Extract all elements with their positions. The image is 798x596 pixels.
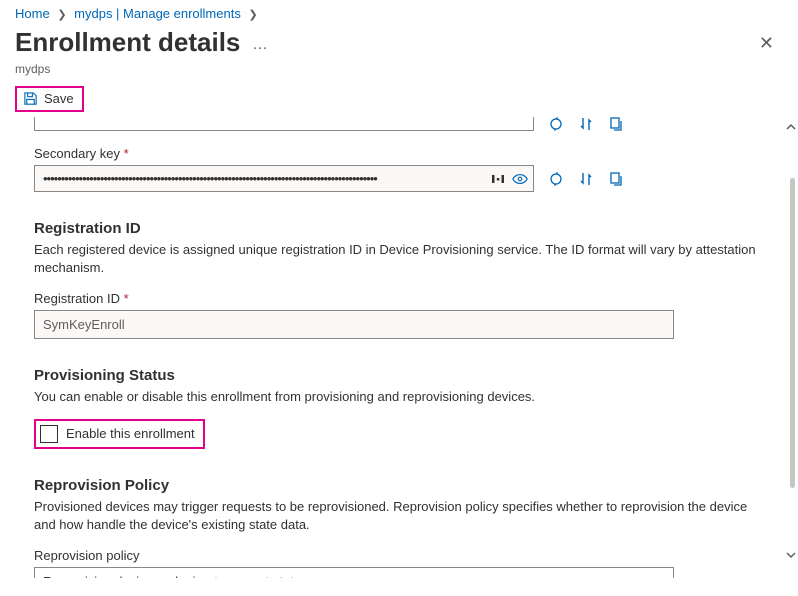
enable-enrollment-checkbox[interactable] [40, 425, 58, 443]
more-icon[interactable]: … [252, 36, 268, 53]
save-button[interactable]: Save [15, 86, 84, 112]
breadcrumb-home[interactable]: Home [15, 6, 50, 21]
key-icon[interactable] [490, 171, 506, 187]
reprovision-policy-select[interactable]: Reprovision device and migrate current s… [34, 567, 674, 578]
chevron-down-icon [653, 575, 665, 578]
regenerate-icon[interactable] [548, 116, 564, 132]
swap-icon[interactable] [578, 116, 594, 132]
reprovision-policy-label: Reprovision policy [34, 548, 764, 563]
toolbar: Save [0, 82, 798, 116]
page-title: Enrollment details [15, 27, 240, 58]
registration-id-label: Registration ID * [34, 291, 764, 306]
copy-icon[interactable] [608, 116, 624, 132]
scrollbar[interactable] [786, 126, 798, 558]
enable-enrollment-row[interactable]: Enable this enrollment [34, 419, 205, 449]
scroll-down-icon[interactable] [786, 550, 796, 560]
page-subtitle: mydps [0, 60, 798, 82]
enable-enrollment-label: Enable this enrollment [66, 426, 195, 441]
reprovision-title: Reprovision Policy [34, 477, 764, 494]
provisioning-desc: You can enable or disable this enrollmen… [34, 388, 764, 406]
reprovision-policy-value: Reprovision device and migrate current s… [43, 574, 301, 578]
copy-icon[interactable] [608, 171, 624, 187]
swap-icon[interactable] [578, 171, 594, 187]
breadcrumb: Home ❯ mydps | Manage enrollments ❯ [0, 0, 798, 25]
registration-id-input: SymKeyEnroll [34, 310, 674, 339]
save-icon [23, 91, 38, 106]
secondary-key-input[interactable] [34, 165, 534, 192]
breadcrumb-path[interactable]: mydps | Manage enrollments [74, 6, 241, 21]
close-icon[interactable]: ✕ [753, 27, 780, 60]
registration-desc: Each registered device is assigned uniqu… [34, 241, 764, 277]
reprovision-desc: Provisioned devices may trigger requests… [34, 498, 764, 534]
secondary-key-label: Secondary key * [34, 146, 764, 161]
eye-icon[interactable] [512, 171, 528, 187]
scrollbar-thumb[interactable] [790, 178, 795, 488]
save-button-label: Save [44, 91, 74, 106]
chevron-right-icon: ❯ [57, 9, 66, 21]
chevron-right-icon: ❯ [248, 9, 257, 21]
registration-title: Registration ID [34, 220, 764, 237]
scroll-up-icon[interactable] [786, 122, 796, 132]
primary-key-input[interactable] [34, 117, 534, 131]
regenerate-icon[interactable] [548, 171, 564, 187]
provisioning-title: Provisioning Status [34, 367, 764, 384]
